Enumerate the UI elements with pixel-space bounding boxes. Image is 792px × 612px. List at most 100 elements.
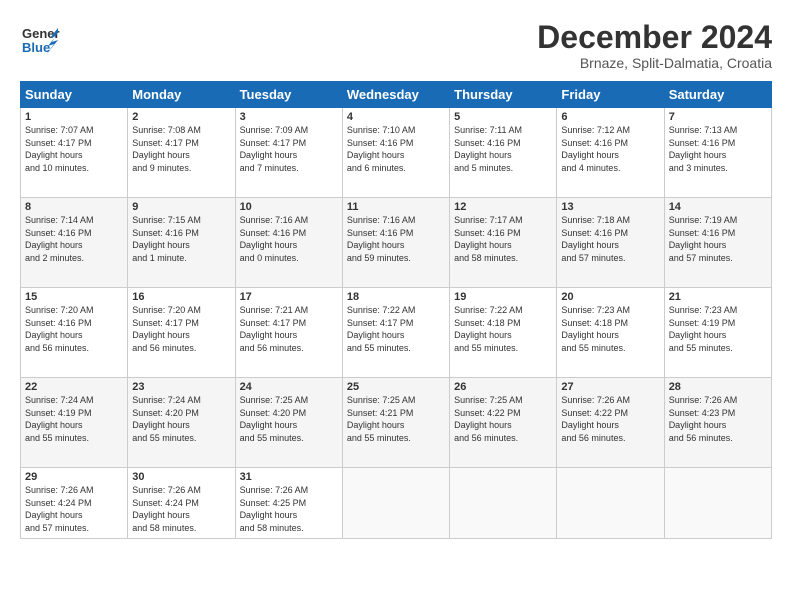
day-info: Sunrise: 7:16 AMSunset: 4:16 PMDaylight … (347, 214, 445, 264)
day-number: 25 (347, 381, 445, 393)
calendar-cell (664, 468, 771, 538)
day-number: 7 (669, 111, 767, 123)
day-info: Sunrise: 7:23 AMSunset: 4:19 PMDaylight … (669, 304, 767, 354)
logo: General Blue (20, 20, 60, 65)
logo-icon: General Blue (20, 20, 60, 60)
day-number: 21 (669, 291, 767, 303)
day-info: Sunrise: 7:21 AMSunset: 4:17 PMDaylight … (240, 304, 338, 354)
day-info: Sunrise: 7:22 AMSunset: 4:18 PMDaylight … (454, 304, 552, 354)
calendar-cell (557, 468, 664, 538)
calendar-cell: 7Sunrise: 7:13 AMSunset: 4:16 PMDaylight… (664, 108, 771, 198)
calendar-cell: 13Sunrise: 7:18 AMSunset: 4:16 PMDayligh… (557, 198, 664, 288)
calendar-header-row: SundayMondayTuesdayWednesdayThursdayFrid… (21, 82, 772, 108)
day-info: Sunrise: 7:26 AMSunset: 4:23 PMDaylight … (669, 394, 767, 444)
calendar-cell: 8Sunrise: 7:14 AMSunset: 4:16 PMDaylight… (21, 198, 128, 288)
calendar-week-3: 15Sunrise: 7:20 AMSunset: 4:16 PMDayligh… (21, 288, 772, 378)
calendar-cell: 29Sunrise: 7:26 AMSunset: 4:24 PMDayligh… (21, 468, 128, 538)
day-info: Sunrise: 7:26 AMSunset: 4:24 PMDaylight … (132, 484, 230, 534)
day-info: Sunrise: 7:12 AMSunset: 4:16 PMDaylight … (561, 124, 659, 174)
day-number: 19 (454, 291, 552, 303)
calendar-cell: 10Sunrise: 7:16 AMSunset: 4:16 PMDayligh… (235, 198, 342, 288)
calendar-cell: 5Sunrise: 7:11 AMSunset: 4:16 PMDaylight… (450, 108, 557, 198)
day-number: 1 (25, 111, 123, 123)
day-info: Sunrise: 7:25 AMSunset: 4:20 PMDaylight … (240, 394, 338, 444)
subtitle: Brnaze, Split-Dalmatia, Croatia (537, 55, 772, 71)
calendar-cell: 12Sunrise: 7:17 AMSunset: 4:16 PMDayligh… (450, 198, 557, 288)
calendar-cell: 23Sunrise: 7:24 AMSunset: 4:20 PMDayligh… (128, 378, 235, 468)
calendar-cell: 22Sunrise: 7:24 AMSunset: 4:19 PMDayligh… (21, 378, 128, 468)
calendar-cell (450, 468, 557, 538)
day-number: 24 (240, 381, 338, 393)
calendar-cell: 1Sunrise: 7:07 AMSunset: 4:17 PMDaylight… (21, 108, 128, 198)
day-info: Sunrise: 7:17 AMSunset: 4:16 PMDaylight … (454, 214, 552, 264)
day-info: Sunrise: 7:24 AMSunset: 4:20 PMDaylight … (132, 394, 230, 444)
calendar-cell: 28Sunrise: 7:26 AMSunset: 4:23 PMDayligh… (664, 378, 771, 468)
day-header-wednesday: Wednesday (342, 82, 449, 108)
day-number: 8 (25, 201, 123, 213)
day-number: 14 (669, 201, 767, 213)
calendar-week-5: 29 Sunrise: 7:26 AMSunset: 4:24 PMDayligh… (21, 468, 772, 538)
calendar-cell: 31Sunrise: 7:26 AMSunset: 4:25 PMDayligh… (235, 468, 342, 538)
day-number: 29 (25, 471, 123, 483)
day-number: 2 (132, 111, 230, 123)
day-info: Sunrise: 7:19 AMSunset: 4:16 PMDaylight … (669, 214, 767, 264)
day-info: Sunrise: 7:26 AMSunset: 4:25 PMDaylight … (240, 484, 338, 534)
calendar-week-1: 1Sunrise: 7:07 AMSunset: 4:17 PMDaylight… (21, 108, 772, 198)
calendar-cell: 15Sunrise: 7:20 AMSunset: 4:16 PMDayligh… (21, 288, 128, 378)
day-number: 26 (454, 381, 552, 393)
day-header-thursday: Thursday (450, 82, 557, 108)
day-info: Sunrise: 7:14 AMSunset: 4:16 PMDaylight … (25, 214, 123, 264)
day-number: 10 (240, 201, 338, 213)
day-info: Sunrise: 7:09 AMSunset: 4:17 PMDaylight … (240, 124, 338, 174)
calendar-cell: 2Sunrise: 7:08 AMSunset: 4:17 PMDaylight… (128, 108, 235, 198)
day-info: Sunrise: 7:25 AMSunset: 4:22 PMDaylight … (454, 394, 552, 444)
calendar-cell: 20Sunrise: 7:23 AMSunset: 4:18 PMDayligh… (557, 288, 664, 378)
day-info: Sunrise: 7:11 AMSunset: 4:16 PMDaylight … (454, 124, 552, 174)
calendar-cell: 30Sunrise: 7:26 AMSunset: 4:24 PMDayligh… (128, 468, 235, 538)
calendar-cell: 26Sunrise: 7:25 AMSunset: 4:22 PMDayligh… (450, 378, 557, 468)
calendar-week-2: 8Sunrise: 7:14 AMSunset: 4:16 PMDaylight… (21, 198, 772, 288)
title-block: December 2024 Brnaze, Split-Dalmatia, Cr… (537, 20, 772, 71)
calendar-cell: 27Sunrise: 7:26 AMSunset: 4:22 PMDayligh… (557, 378, 664, 468)
day-number: 4 (347, 111, 445, 123)
calendar-cell: 17Sunrise: 7:21 AMSunset: 4:17 PMDayligh… (235, 288, 342, 378)
day-number: 27 (561, 381, 659, 393)
day-number: 6 (561, 111, 659, 123)
day-info: Sunrise: 7:20 AMSunset: 4:17 PMDaylight … (132, 304, 230, 354)
calendar-cell: 9Sunrise: 7:15 AMSunset: 4:16 PMDaylight… (128, 198, 235, 288)
day-number: 12 (454, 201, 552, 213)
day-header-monday: Monday (128, 82, 235, 108)
day-number: 18 (347, 291, 445, 303)
day-number: 13 (561, 201, 659, 213)
header: General Blue December 2024 Brnaze, Split… (20, 20, 772, 71)
day-header-tuesday: Tuesday (235, 82, 342, 108)
calendar-cell: 11Sunrise: 7:16 AMSunset: 4:16 PMDayligh… (342, 198, 449, 288)
main-title: December 2024 (537, 20, 772, 55)
day-info: Sunrise: 7:26 AMSunset: 4:22 PMDaylight … (561, 394, 659, 444)
day-number: 5 (454, 111, 552, 123)
day-number: 17 (240, 291, 338, 303)
day-number: 11 (347, 201, 445, 213)
day-header-sunday: Sunday (21, 82, 128, 108)
calendar-cell: 6Sunrise: 7:12 AMSunset: 4:16 PMDaylight… (557, 108, 664, 198)
day-number: 3 (240, 111, 338, 123)
day-number: 31 (240, 471, 338, 483)
day-info: Sunrise: 7:23 AMSunset: 4:18 PMDaylight … (561, 304, 659, 354)
calendar-cell: 21Sunrise: 7:23 AMSunset: 4:19 PMDayligh… (664, 288, 771, 378)
calendar-cell: 4Sunrise: 7:10 AMSunset: 4:16 PMDaylight… (342, 108, 449, 198)
calendar-cell (342, 468, 449, 538)
day-info: Sunrise: 7:13 AMSunset: 4:16 PMDaylight … (669, 124, 767, 174)
day-info: Sunrise: 7:07 AMSunset: 4:17 PMDaylight … (25, 124, 123, 174)
day-info: Sunrise: 7:25 AMSunset: 4:21 PMDaylight … (347, 394, 445, 444)
day-info: Sunrise: 7:08 AMSunset: 4:17 PMDaylight … (132, 124, 230, 174)
day-info: Sunrise: 7:20 AMSunset: 4:16 PMDaylight … (25, 304, 123, 354)
day-info: Sunrise: 7:18 AMSunset: 4:16 PMDaylight … (561, 214, 659, 264)
day-info: Sunrise: 7:15 AMSunset: 4:16 PMDaylight … (132, 214, 230, 264)
day-number: 28 (669, 381, 767, 393)
day-number: 20 (561, 291, 659, 303)
calendar-cell: 18Sunrise: 7:22 AMSunset: 4:17 PMDayligh… (342, 288, 449, 378)
day-number: 15 (25, 291, 123, 303)
calendar-cell: 16Sunrise: 7:20 AMSunset: 4:17 PMDayligh… (128, 288, 235, 378)
calendar-cell: 24Sunrise: 7:25 AMSunset: 4:20 PMDayligh… (235, 378, 342, 468)
page: General Blue December 2024 Brnaze, Split… (0, 0, 792, 612)
